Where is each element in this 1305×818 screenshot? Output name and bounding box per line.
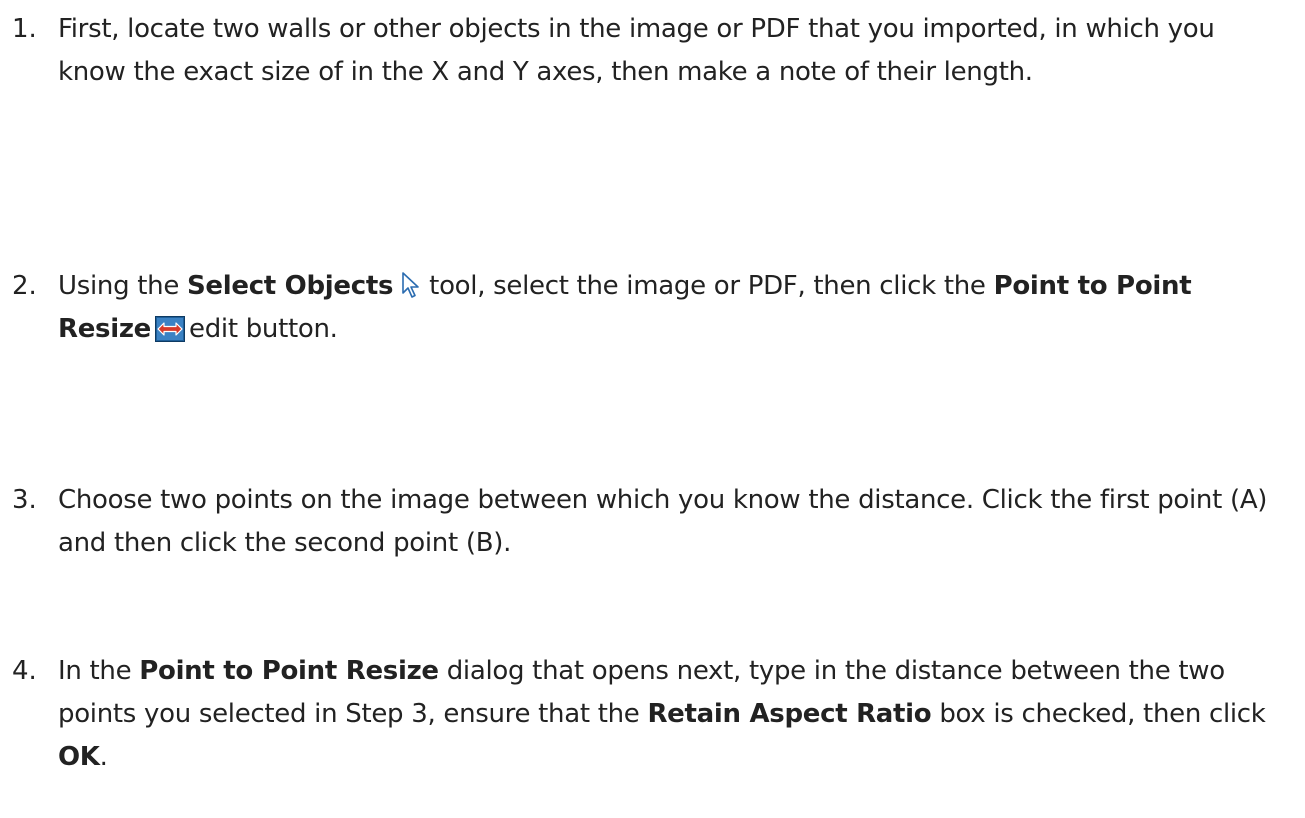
step-text: First, locate two walls or other objects… (58, 8, 1288, 94)
step-text: In the Point to Point Resize dialog that… (58, 650, 1288, 779)
point-to-point-resize-icon (155, 313, 186, 342)
step-number: 1. (12, 14, 37, 44)
step-number: 3. (12, 485, 37, 515)
step-text: Choose two points on the image between w… (58, 479, 1288, 565)
tool-name-select-objects: Select Objects (186, 271, 394, 301)
step-text-segment: Choose two points on the image between w… (58, 485, 1268, 558)
dialog-name-point-to-point-resize: Point to Point Resize (139, 656, 439, 686)
step-number: 2. (12, 271, 37, 301)
step-text: Using the Select Objects tool, select the… (58, 265, 1288, 351)
step-text-segment: tool, select the image or PDF, then clic… (429, 271, 994, 301)
step-number: 4. (12, 656, 37, 686)
option-name-retain-aspect-ratio: Retain Aspect Ratio (647, 699, 932, 729)
step-text-segment: edit button. (189, 314, 338, 344)
step-text-segment: First, locate two walls or other objects… (58, 14, 1215, 87)
step-text-segment: . (99, 742, 108, 772)
step-text-segment: box is checked, then click (931, 699, 1266, 729)
step-text-segment: Using the (58, 271, 187, 301)
step-text-segment: In the (58, 656, 140, 686)
button-name-ok: OK (58, 742, 100, 772)
select-objects-icon (399, 270, 423, 298)
